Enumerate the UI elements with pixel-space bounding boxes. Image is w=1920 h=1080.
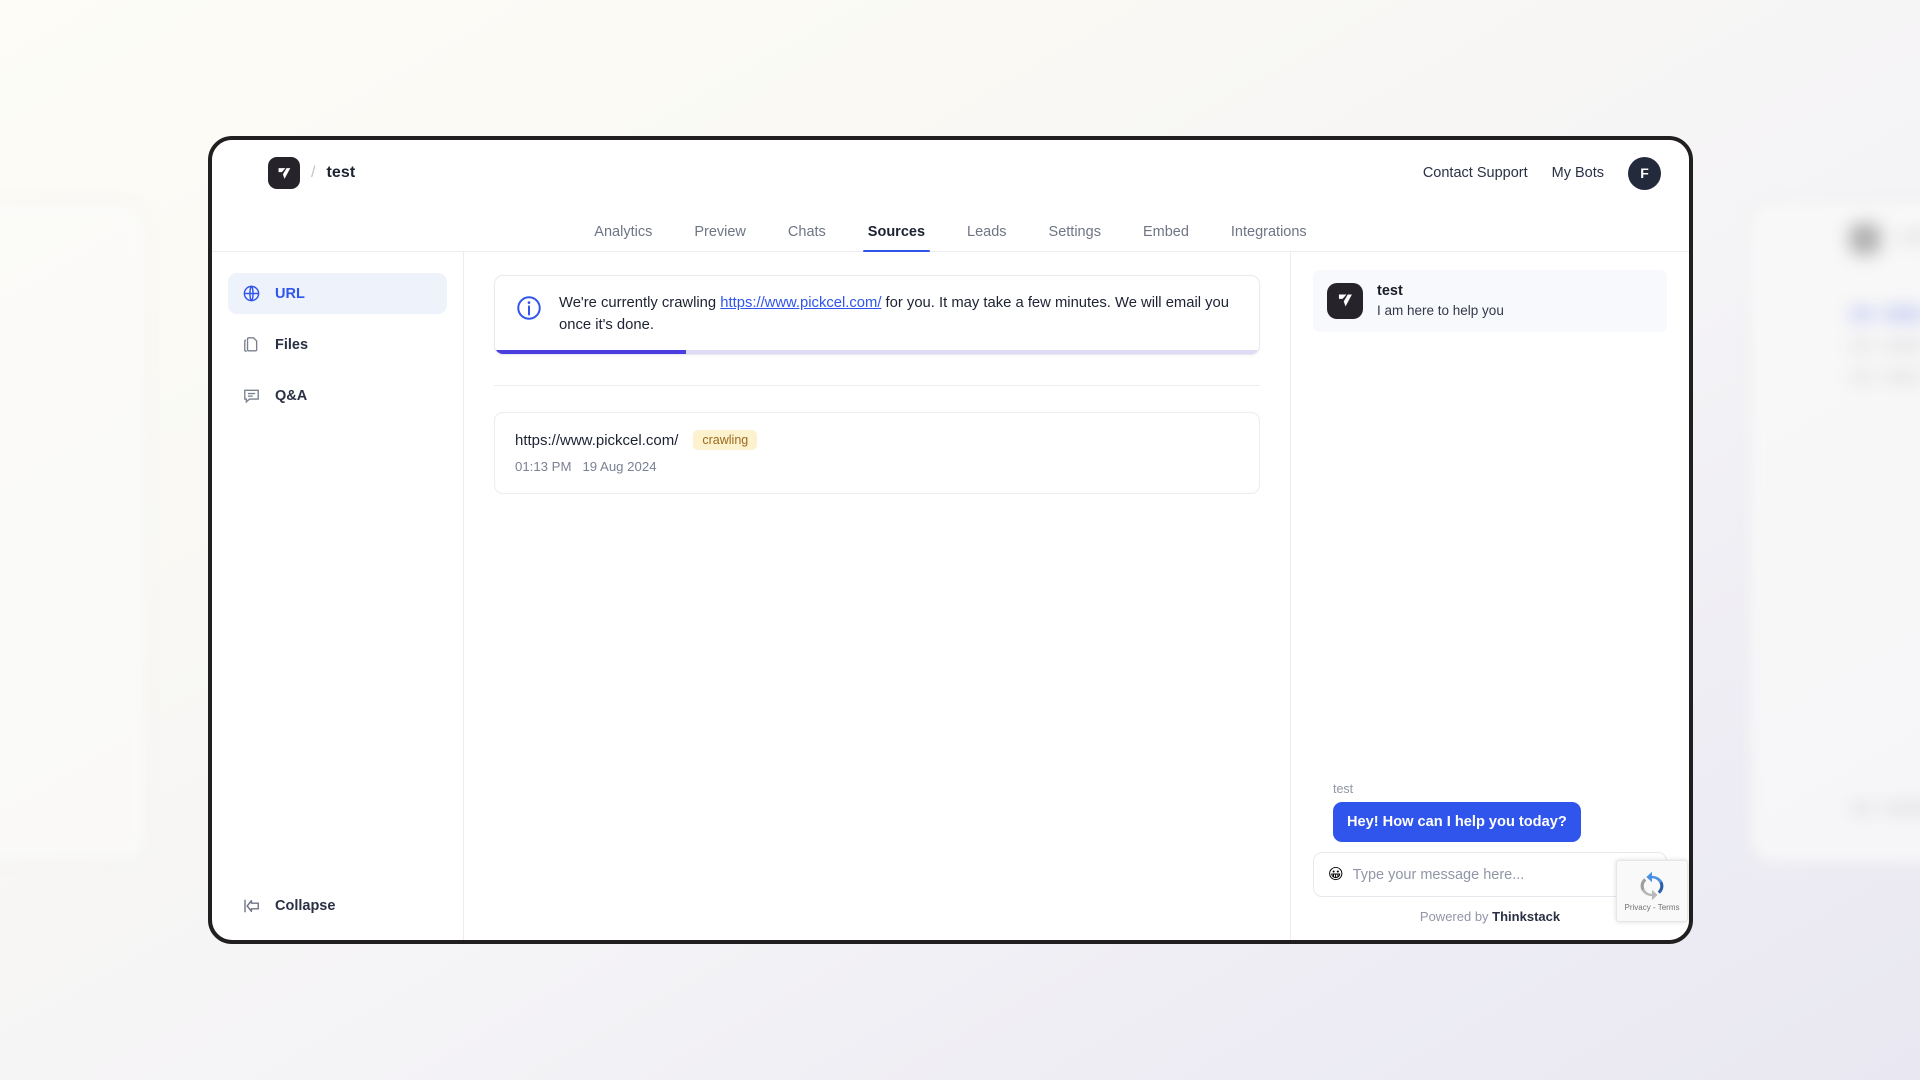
- smiley-icon[interactable]: 😀: [1328, 867, 1344, 882]
- sidebar-item-files[interactable]: Files: [228, 324, 447, 365]
- status-badge: crawling: [693, 430, 758, 451]
- sidebar-item-label-qa: Q&A: [275, 387, 308, 404]
- recaptcha-text: Privacy - Terms: [1624, 902, 1680, 912]
- chat-widget-titles: test I am here to help you: [1377, 282, 1504, 320]
- powered-by-footer: Powered by Thinkstack: [1313, 897, 1667, 940]
- info-circle-icon: [517, 296, 541, 320]
- tab-integrations[interactable]: Integrations: [1210, 224, 1328, 251]
- sidebar-item-label-files: Files: [275, 336, 309, 353]
- thinkstack-logo-icon: [268, 157, 300, 189]
- source-url: https://www.pickcel.com/: [515, 431, 679, 449]
- screen-background: / test Contact Support My Bots F Analyti…: [0, 0, 1920, 1080]
- file-copy-icon: [244, 337, 258, 352]
- top-header-bar: / test Contact Support My Bots F: [212, 140, 1689, 206]
- chat-message-input[interactable]: [1352, 866, 1652, 883]
- main-tab-bar: Analytics Preview Chats Sources Leads Se…: [212, 206, 1689, 252]
- sidebar-item-qa[interactable]: Q&A: [228, 375, 447, 416]
- background-ghost-card-right: [1748, 200, 1920, 865]
- chat-widget-title: test: [1377, 283, 1403, 299]
- recaptcha-badge[interactable]: Privacy - Terms: [1616, 860, 1688, 922]
- collapse-sidebar-button[interactable]: Collapse: [228, 896, 447, 916]
- page-title: test: [326, 164, 356, 181]
- breadcrumb: / test: [268, 157, 355, 189]
- background-ghost-card-left: [0, 200, 150, 865]
- source-row-top: https://www.pickcel.com/ crawling: [515, 430, 1239, 451]
- chat-bubble-icon: [244, 389, 259, 404]
- chat-message-author: test: [1333, 782, 1354, 796]
- recaptcha-icon: [1640, 871, 1664, 900]
- chat-composer[interactable]: 😀: [1313, 852, 1667, 897]
- source-time: 01:13 PM: [515, 459, 572, 475]
- chat-preview-panel: test I am here to help you test Hey! How…: [1291, 252, 1689, 940]
- alert-text-before: We're currently crawling: [559, 295, 721, 311]
- collapse-label: Collapse: [275, 898, 336, 914]
- my-bots-link[interactable]: My Bots: [1552, 165, 1604, 181]
- powered-by-brand: Thinkstack: [1492, 909, 1561, 924]
- chat-widget-header: test I am here to help you: [1313, 270, 1667, 332]
- globe-icon: [243, 285, 260, 302]
- breadcrumb-separator: /: [311, 164, 316, 181]
- chat-message: test Hey! How can I help you today?: [1313, 782, 1667, 842]
- app-window-frame: / test Contact Support My Bots F Analyti…: [208, 136, 1693, 944]
- main-body: URL Files Q&A Collapse We're currently c…: [212, 252, 1689, 940]
- sidebar-item-url[interactable]: URL: [228, 273, 447, 314]
- tab-settings[interactable]: Settings: [1028, 224, 1122, 251]
- crawling-alert-banner: We're currently crawling https://www.pic…: [494, 275, 1260, 356]
- collapse-left-arrow-icon: [244, 899, 259, 913]
- section-divider: [494, 385, 1260, 387]
- tab-sources[interactable]: Sources: [847, 224, 946, 252]
- crawling-url-link[interactable]: https://www.pickcel.com/: [720, 295, 881, 311]
- chat-message-list[interactable]: test Hey! How can I help you today?: [1313, 332, 1667, 852]
- sources-content: We're currently crawling https://www.pic…: [464, 252, 1291, 940]
- tab-analytics[interactable]: Analytics: [573, 224, 673, 251]
- alert-message: We're currently crawling https://www.pic…: [559, 292, 1239, 336]
- thinkstack-logo-icon: [1327, 282, 1363, 319]
- source-meta: 01:13 PM 19 Aug 2024: [515, 459, 1239, 474]
- header-actions: Contact Support My Bots F: [1423, 156, 1661, 190]
- chat-message-bubble: Hey! How can I help you today?: [1333, 802, 1581, 842]
- sources-sidebar: URL Files Q&A Collapse: [212, 252, 464, 940]
- crawl-progress-fill: [495, 350, 686, 355]
- chat-widget-subtitle: I am here to help you: [1377, 302, 1504, 318]
- tab-embed[interactable]: Embed: [1122, 224, 1210, 251]
- powered-by-prefix: Powered by: [1419, 909, 1493, 924]
- crawl-progress-bar: [495, 350, 1259, 355]
- tab-preview[interactable]: Preview: [673, 224, 767, 251]
- tab-chats[interactable]: Chats: [767, 224, 847, 251]
- tab-leads[interactable]: Leads: [946, 224, 1028, 251]
- avatar[interactable]: F: [1628, 156, 1661, 190]
- source-date: 19 Aug 2024: [582, 459, 657, 475]
- source-list-item[interactable]: https://www.pickcel.com/ crawling 01:13 …: [494, 412, 1260, 495]
- contact-support-link[interactable]: Contact Support: [1423, 165, 1528, 181]
- sidebar-item-label-url: URL: [275, 285, 305, 302]
